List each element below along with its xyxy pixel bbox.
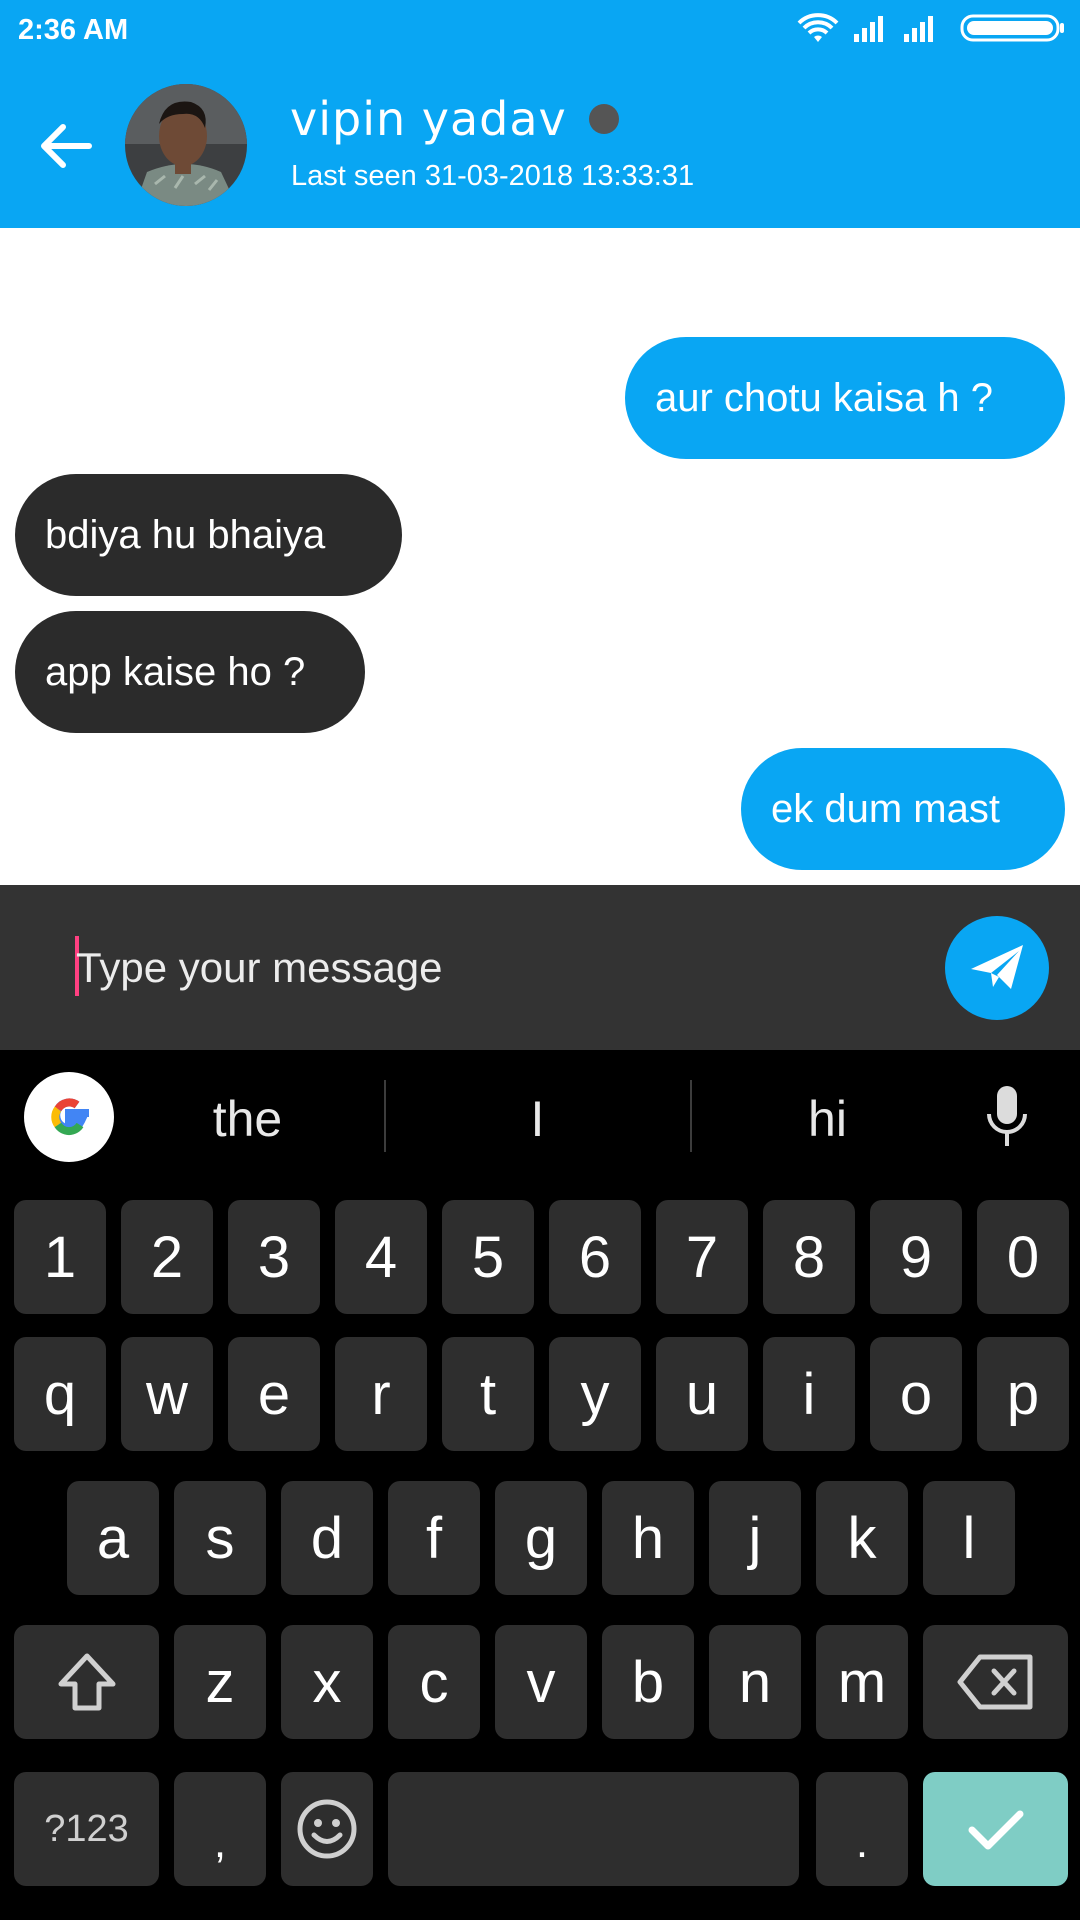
key-g[interactable]: g	[495, 1481, 587, 1595]
key-n[interactable]: n	[709, 1625, 801, 1739]
key-y[interactable]: y	[549, 1337, 641, 1451]
signal-icon	[854, 16, 883, 42]
key-i[interactable]: i	[763, 1337, 855, 1451]
suggestion-divider	[384, 1080, 386, 1152]
key-p[interactable]: p	[977, 1337, 1069, 1451]
send-button[interactable]	[945, 916, 1049, 1020]
message-bubble-outgoing[interactable]: ek dum mast	[741, 748, 1065, 870]
key-9[interactable]: 9	[870, 1200, 962, 1314]
checkmark-icon	[968, 1810, 1023, 1850]
suggestion-item[interactable]: I	[420, 1074, 655, 1164]
key-j[interactable]: j	[709, 1481, 801, 1595]
message-text: ek dum mast	[771, 786, 1000, 831]
key-m[interactable]: m	[816, 1625, 908, 1739]
paper-plane-icon	[971, 945, 1023, 989]
key-0[interactable]: 0	[977, 1200, 1069, 1314]
key-v[interactable]: v	[495, 1625, 587, 1739]
suggestion-item[interactable]: the	[130, 1074, 365, 1164]
key-o[interactable]: o	[870, 1337, 962, 1451]
signal-icon	[904, 16, 933, 42]
message-input[interactable]	[76, 935, 896, 1001]
key-a[interactable]: a	[67, 1481, 159, 1595]
emoji-icon	[297, 1799, 357, 1859]
suggestion-item[interactable]: hi	[710, 1074, 945, 1164]
key-z[interactable]: z	[174, 1625, 266, 1739]
key-w[interactable]: w	[121, 1337, 213, 1451]
message-bubble-outgoing[interactable]: aur chotu kaisa h ?	[625, 337, 1065, 459]
google-button[interactable]	[24, 1072, 114, 1162]
backspace-key[interactable]	[923, 1625, 1068, 1739]
key-8[interactable]: 8	[763, 1200, 855, 1314]
keyboard: the I hi 1 2 3 4 5 6 7 8 9 0 q w e r t y…	[0, 1050, 1080, 1920]
key-7[interactable]: 7	[656, 1200, 748, 1314]
comma-key[interactable]: ,	[174, 1772, 266, 1886]
key-5[interactable]: 5	[442, 1200, 534, 1314]
back-button[interactable]	[30, 110, 102, 182]
key-r[interactable]: r	[335, 1337, 427, 1451]
key-f[interactable]: f	[388, 1481, 480, 1595]
key-k[interactable]: k	[816, 1481, 908, 1595]
backspace-icon	[957, 1654, 1032, 1710]
message-bubble-incoming[interactable]: app kaise ho ?	[15, 611, 365, 733]
presence-indicator	[589, 104, 619, 134]
avatar[interactable]	[125, 84, 247, 206]
period-key[interactable]: .	[816, 1772, 908, 1886]
key-2[interactable]: 2	[121, 1200, 213, 1314]
key-q[interactable]: q	[14, 1337, 106, 1451]
message-text: aur chotu kaisa h ?	[655, 375, 993, 420]
contact-name[interactable]: vipin yadav	[290, 92, 567, 146]
key-l[interactable]: l	[923, 1481, 1015, 1595]
space-key[interactable]	[388, 1772, 799, 1886]
key-4[interactable]: 4	[335, 1200, 427, 1314]
profile-photo	[125, 84, 247, 206]
message-composer	[0, 885, 1080, 1050]
shift-key[interactable]	[14, 1625, 159, 1739]
key-b[interactable]: b	[602, 1625, 694, 1739]
arrow-left-icon	[41, 124, 92, 168]
microphone-icon[interactable]	[985, 1084, 1029, 1150]
key-u[interactable]: u	[656, 1337, 748, 1451]
key-e[interactable]: e	[228, 1337, 320, 1451]
message-bubble-incoming[interactable]: bdiya hu bhaiya	[15, 474, 402, 596]
key-t[interactable]: t	[442, 1337, 534, 1451]
wifi-icon	[797, 13, 839, 42]
status-time: 2:36 AM	[18, 14, 129, 46]
symbols-key[interactable]: ?123	[14, 1772, 159, 1886]
battery-icon	[960, 14, 1064, 42]
message-text: bdiya hu bhaiya	[45, 512, 326, 557]
last-seen-text: Last seen 31-03-2018 13:33:31	[291, 160, 695, 192]
key-h[interactable]: h	[602, 1481, 694, 1595]
app-header: 2:36 AM vipin yadav Last seen 31-03-2018…	[0, 0, 1080, 228]
enter-key[interactable]	[923, 1772, 1068, 1886]
shift-icon	[58, 1653, 115, 1711]
key-3[interactable]: 3	[228, 1200, 320, 1314]
key-c[interactable]: c	[388, 1625, 480, 1739]
key-1[interactable]: 1	[14, 1200, 106, 1314]
key-s[interactable]: s	[174, 1481, 266, 1595]
emoji-key[interactable]	[281, 1772, 373, 1886]
key-x[interactable]: x	[281, 1625, 373, 1739]
suggestion-divider	[690, 1080, 692, 1152]
key-d[interactable]: d	[281, 1481, 373, 1595]
message-text: app kaise ho ?	[45, 649, 306, 694]
google-icon	[51, 1098, 89, 1135]
key-6[interactable]: 6	[549, 1200, 641, 1314]
